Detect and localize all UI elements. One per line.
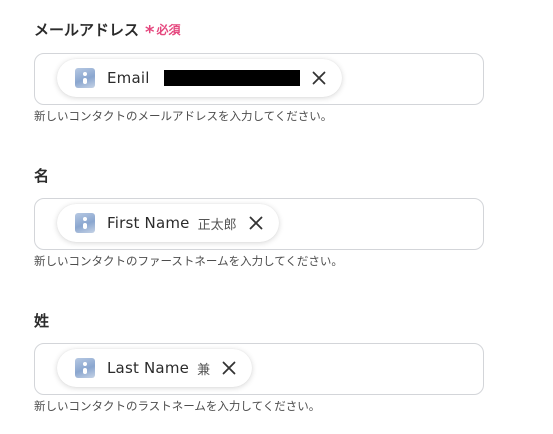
field-email: メールアドレス * 必須 Email 新しいコンタクトのメールアドレスを入力して… (34, 20, 484, 123)
data-source-icon (75, 68, 95, 88)
field-label: メールアドレス * 必須 (34, 20, 484, 43)
close-icon[interactable] (245, 212, 267, 234)
first-name-input[interactable]: First Name 正太郎 (34, 198, 484, 250)
required-badge: * 必須 (145, 20, 181, 43)
field-last-name: 姓 Last Name 兼 新しいコンタクトのラストネームを入力してください。 (34, 311, 484, 413)
chip-name: First Name (107, 214, 190, 232)
redacted-value (163, 70, 300, 86)
field-label-text: 名 (34, 167, 50, 185)
chip-name: Last Name (107, 359, 190, 377)
last-name-input[interactable]: Last Name 兼 (34, 343, 484, 395)
chip-name: Email (107, 69, 150, 87)
field-hint: 新しいコンタクトのメールアドレスを入力してください。 (34, 109, 333, 123)
variable-chip-last-name[interactable]: Last Name 兼 (57, 349, 253, 387)
close-icon[interactable] (308, 67, 330, 89)
close-icon[interactable] (218, 357, 240, 379)
field-label: 姓 (34, 311, 484, 331)
field-label: 名 (34, 166, 484, 186)
chip-value: 正太郎 (197, 217, 237, 233)
data-source-icon (75, 213, 95, 233)
data-source-icon (75, 358, 95, 378)
field-hint: 新しいコンタクトのファーストネームを入力してください。 (34, 254, 343, 268)
email-input[interactable]: Email (34, 53, 484, 105)
field-hint: 新しいコンタクトのラストネームを入力してください。 (34, 399, 321, 413)
asterisk-icon: * (145, 22, 155, 43)
variable-chip-first-name[interactable]: First Name 正太郎 (57, 204, 279, 242)
field-label-text: メールアドレス (34, 21, 140, 39)
field-first-name: 名 First Name 正太郎 新しいコンタクトのファーストネームを入力してく… (34, 166, 484, 268)
required-label: 必須 (156, 23, 181, 37)
field-label-text: 姓 (34, 312, 50, 330)
chip-value: 兼 (197, 362, 211, 378)
variable-chip-email[interactable]: Email (57, 59, 342, 97)
form: メールアドレス * 必須 Email 新しいコンタクトのメールアドレスを入力して… (0, 0, 553, 434)
